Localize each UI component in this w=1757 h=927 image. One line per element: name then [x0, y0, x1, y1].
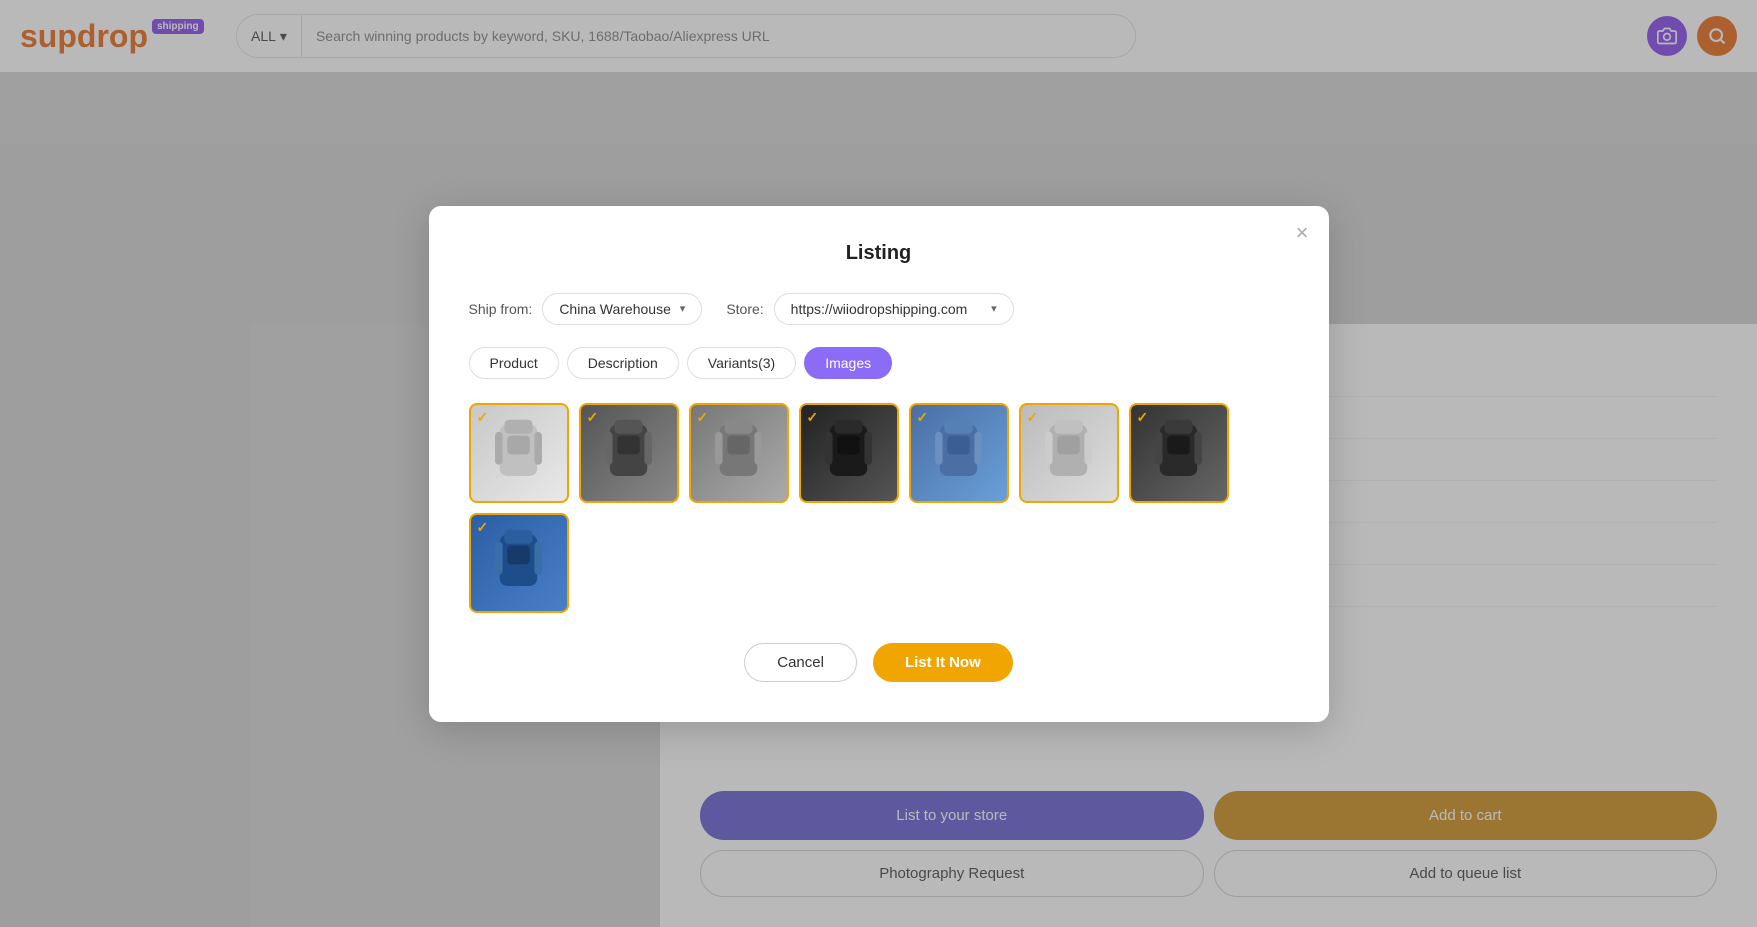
backpack-svg-6 [1031, 415, 1106, 490]
ship-from-group: Ship from: China Warehouse ▾ [469, 293, 703, 325]
check-icon-7: ✓ [1137, 409, 1149, 426]
check-icon-1: ✓ [477, 409, 489, 426]
image-thumb-6[interactable]: ✓ [1019, 403, 1119, 503]
tab-description-label: Description [588, 355, 658, 371]
tab-product[interactable]: Product [469, 347, 559, 379]
image-thumb-2[interactable]: ✓ [579, 403, 679, 503]
images-grid: ✓ ✓ ✓ [469, 403, 1289, 613]
image-thumb-3[interactable]: ✓ [689, 403, 789, 503]
image-thumb-4[interactable]: ✓ [799, 403, 899, 503]
ship-from-select[interactable]: China Warehouse ▾ [542, 293, 702, 325]
check-icon-4: ✓ [807, 409, 819, 426]
backpack-svg-7 [1141, 415, 1216, 490]
list-it-now-button[interactable]: List It Now [873, 643, 1013, 682]
check-icon-5: ✓ [917, 409, 929, 426]
check-icon-3: ✓ [697, 409, 709, 426]
modal-close-button[interactable]: × [1296, 222, 1309, 244]
cancel-button[interactable]: Cancel [744, 643, 857, 682]
check-icon-2: ✓ [587, 409, 599, 426]
store-group: Store: https://wiiodropshipping.com ▾ [726, 293, 1013, 325]
modal-title: Listing [469, 242, 1289, 265]
tab-images-label: Images [825, 355, 871, 371]
tab-product-label: Product [490, 355, 538, 371]
tab-images[interactable]: Images [804, 347, 892, 379]
modal-actions: Cancel List It Now [469, 643, 1289, 682]
image-thumb-8[interactable]: ✓ [469, 513, 569, 613]
check-icon-6: ✓ [1027, 409, 1039, 426]
backpack-svg-2 [591, 415, 666, 490]
modal-tabs: Product Description Variants(3) Images [469, 347, 1289, 379]
backpack-svg-4 [811, 415, 886, 490]
backpack-svg-1 [481, 415, 556, 490]
image-thumb-1[interactable]: ✓ [469, 403, 569, 503]
modal-overlay: × Listing Ship from: China Warehouse ▾ S… [0, 0, 1757, 927]
listing-modal: × Listing Ship from: China Warehouse ▾ S… [429, 206, 1329, 722]
backpack-svg-5 [921, 415, 996, 490]
check-icon-8: ✓ [477, 519, 489, 536]
ship-from-label: Ship from: [469, 301, 533, 317]
store-label: Store: [726, 301, 763, 317]
image-thumb-7[interactable]: ✓ [1129, 403, 1229, 503]
store-value: https://wiiodropshipping.com [791, 301, 968, 317]
tab-variants[interactable]: Variants(3) [687, 347, 796, 379]
backpack-svg-8 [481, 525, 556, 600]
tab-variants-label: Variants(3) [708, 355, 775, 371]
store-select[interactable]: https://wiiodropshipping.com ▾ [774, 293, 1014, 325]
tab-description[interactable]: Description [567, 347, 679, 379]
image-thumb-5[interactable]: ✓ [909, 403, 1009, 503]
backpack-svg-3 [701, 415, 776, 490]
chevron-down-icon: ▾ [680, 302, 686, 315]
modal-fields: Ship from: China Warehouse ▾ Store: http… [469, 293, 1289, 325]
chevron-down-icon: ▾ [991, 302, 997, 315]
ship-from-value: China Warehouse [559, 301, 671, 317]
